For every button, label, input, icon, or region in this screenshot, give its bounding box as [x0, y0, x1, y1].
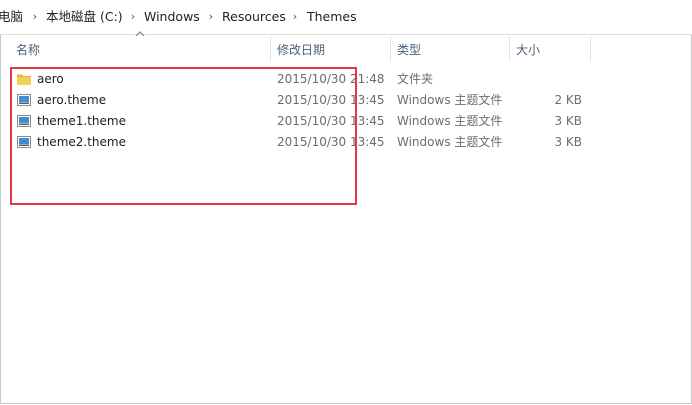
column-divider[interactable] [509, 36, 510, 62]
column-divider[interactable] [590, 36, 591, 62]
file-size: 2 KB [554, 93, 582, 107]
column-divider[interactable] [390, 36, 391, 62]
file-size: 3 KB [554, 114, 582, 128]
column-header-row: 名称 修改日期 类型 大小 [0, 36, 692, 62]
breadcrumb-item-local-disk[interactable]: 本地磁盘 (C:) [46, 9, 123, 25]
file-name: theme1.theme [37, 114, 126, 128]
breadcrumb-separator-icon[interactable]: › [128, 9, 138, 25]
file-row-theme2[interactable]: theme2.theme 2015/10/30 13:45 Windows 主题… [0, 132, 692, 153]
theme-file-icon [17, 136, 31, 148]
file-type: 文件夹 [397, 72, 434, 86]
folder-icon [17, 74, 31, 85]
breadcrumb-item-themes[interactable]: Themes [307, 9, 357, 25]
address-bar[interactable]: 电脑 › 本地磁盘 (C:) › Windows › Resources › T… [0, 0, 692, 35]
file-date: 2015/10/30 21:48 [277, 72, 385, 86]
file-date: 2015/10/30 13:45 [277, 93, 385, 107]
file-size [520, 71, 582, 88]
file-name: theme2.theme [37, 135, 126, 149]
breadcrumb-separator-icon[interactable]: › [290, 9, 300, 25]
file-row-aero-theme[interactable]: aero.theme 2015/10/30 13:45 Windows 主题文件… [0, 90, 692, 111]
breadcrumb-separator-icon[interactable]: › [30, 9, 40, 25]
column-divider[interactable] [270, 36, 271, 62]
column-header-name[interactable]: 名称 [16, 42, 40, 58]
file-date: 2015/10/30 13:45 [277, 135, 385, 149]
file-type: Windows 主题文件 [397, 93, 503, 107]
file-row-aero[interactable]: aero 2015/10/30 21:48 文件夹 [0, 69, 692, 90]
breadcrumb-item-computer[interactable]: 电脑 [0, 9, 23, 25]
file-type: Windows 主题文件 [397, 135, 503, 149]
file-date: 2015/10/30 13:45 [277, 114, 385, 128]
file-name: aero.theme [37, 93, 107, 107]
breadcrumb-item-resources[interactable]: Resources [222, 9, 286, 25]
theme-file-icon [17, 94, 31, 106]
breadcrumb-separator-icon[interactable]: › [206, 9, 216, 25]
file-name: aero [37, 72, 64, 86]
column-header-date[interactable]: 修改日期 [277, 42, 325, 58]
column-header-size[interactable]: 大小 [516, 42, 540, 58]
breadcrumb-item-windows[interactable]: Windows [144, 9, 200, 25]
file-row-theme1[interactable]: theme1.theme 2015/10/30 13:45 Windows 主题… [0, 111, 692, 132]
file-type: Windows 主题文件 [397, 114, 503, 128]
column-header-type[interactable]: 类型 [397, 42, 421, 58]
file-size: 3 KB [554, 135, 582, 149]
theme-file-icon [17, 115, 31, 127]
